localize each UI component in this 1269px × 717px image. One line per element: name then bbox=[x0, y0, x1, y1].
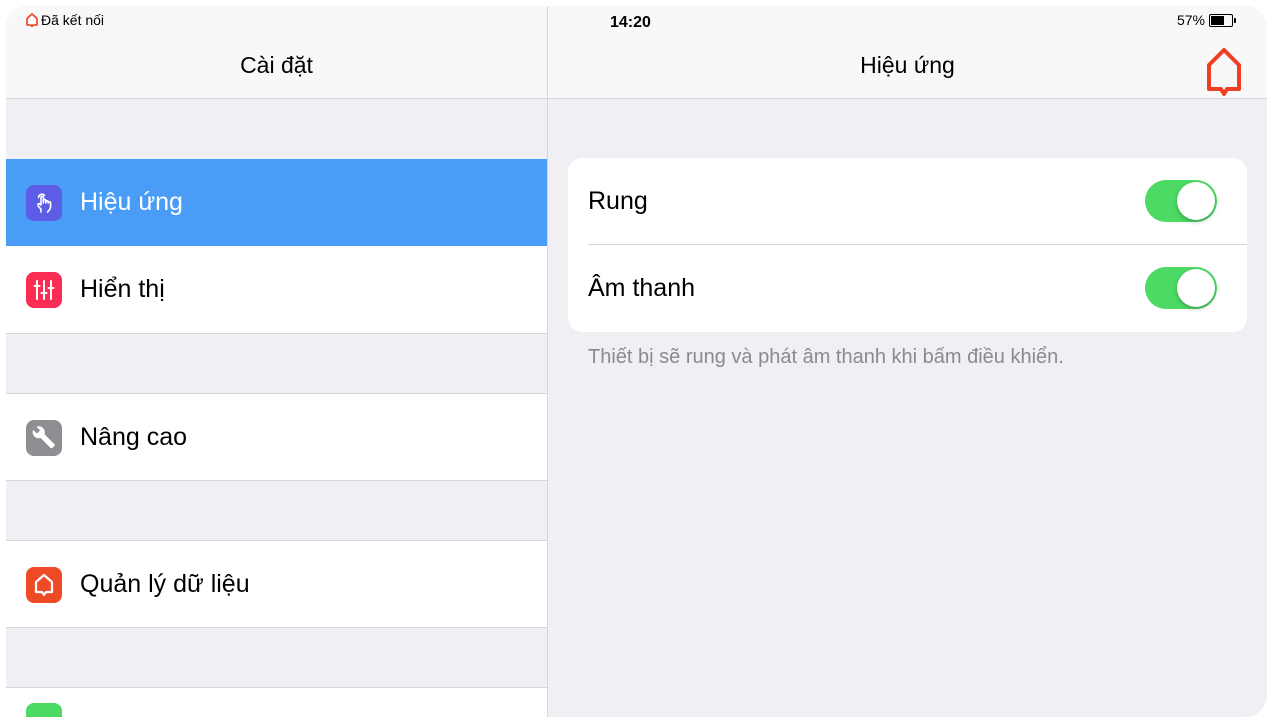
sidebar-item-effects[interactable]: Hiệu ứng bbox=[6, 159, 547, 246]
battery-status: 57% bbox=[1176, 12, 1236, 28]
home-icon bbox=[26, 566, 62, 603]
hand-tap-icon bbox=[26, 184, 62, 221]
sidebar-item-label: Nâng cao bbox=[80, 423, 188, 451]
status-time: 14:20 bbox=[610, 14, 651, 31]
effects-settings-group: Rung Âm thanh bbox=[568, 158, 1247, 332]
sound-toggle[interactable] bbox=[1145, 267, 1217, 309]
sidebar-item-label: Hiệu ứng bbox=[80, 188, 183, 216]
battery-icon bbox=[1209, 13, 1236, 27]
divider bbox=[6, 627, 547, 628]
sliders-icon bbox=[26, 271, 62, 308]
home-icon bbox=[26, 13, 38, 27]
battery-percent: 57% bbox=[1176, 12, 1205, 28]
divider bbox=[6, 333, 547, 334]
sidebar-item-label: Quản lý dữ liệu bbox=[80, 570, 250, 598]
divider bbox=[6, 480, 547, 481]
status-bar: Đã kết nối 14:20 57% bbox=[6, 6, 1267, 34]
vibration-toggle[interactable] bbox=[1145, 180, 1217, 222]
app-window: Cài đặt Hiệu ứng Hiển thị Nâng cao Quản … bbox=[6, 6, 1267, 717]
sidebar-item-advanced[interactable]: Nâng cao bbox=[6, 394, 547, 481]
setting-label: Âm thanh bbox=[588, 274, 696, 302]
sidebar-item-partial[interactable] bbox=[6, 688, 547, 717]
detail-pane: Hiệu ứng Rung Âm thanh Thiết bị sẽ rung … bbox=[548, 6, 1267, 717]
sidebar-item-label: Hiển thị bbox=[80, 275, 165, 303]
connection-status-label: Đã kết nối bbox=[41, 12, 105, 28]
app-icon bbox=[26, 703, 62, 717]
toggle-knob bbox=[1177, 269, 1215, 307]
setting-label: Rung bbox=[588, 187, 648, 215]
settings-sidebar: Cài đặt Hiệu ứng Hiển thị Nâng cao Quản … bbox=[6, 6, 548, 717]
home-icon bbox=[1207, 48, 1241, 96]
setting-row-vibration: Rung bbox=[568, 158, 1247, 245]
connection-status: Đã kết nối bbox=[26, 12, 104, 28]
toggle-knob bbox=[1177, 182, 1215, 220]
setting-row-sound: Âm thanh bbox=[568, 245, 1247, 332]
sidebar-item-display[interactable]: Hiển thị bbox=[6, 246, 547, 333]
home-button[interactable] bbox=[1205, 46, 1243, 98]
detail-title: Hiệu ứng bbox=[860, 52, 955, 78]
settings-footnote: Thiết bị sẽ rung và phát âm thanh khi bấ… bbox=[588, 346, 1064, 368]
sidebar-title: Cài đặt bbox=[240, 52, 313, 78]
wrench-icon bbox=[26, 419, 62, 456]
sidebar-item-data-management[interactable]: Quản lý dữ liệu bbox=[6, 541, 547, 628]
